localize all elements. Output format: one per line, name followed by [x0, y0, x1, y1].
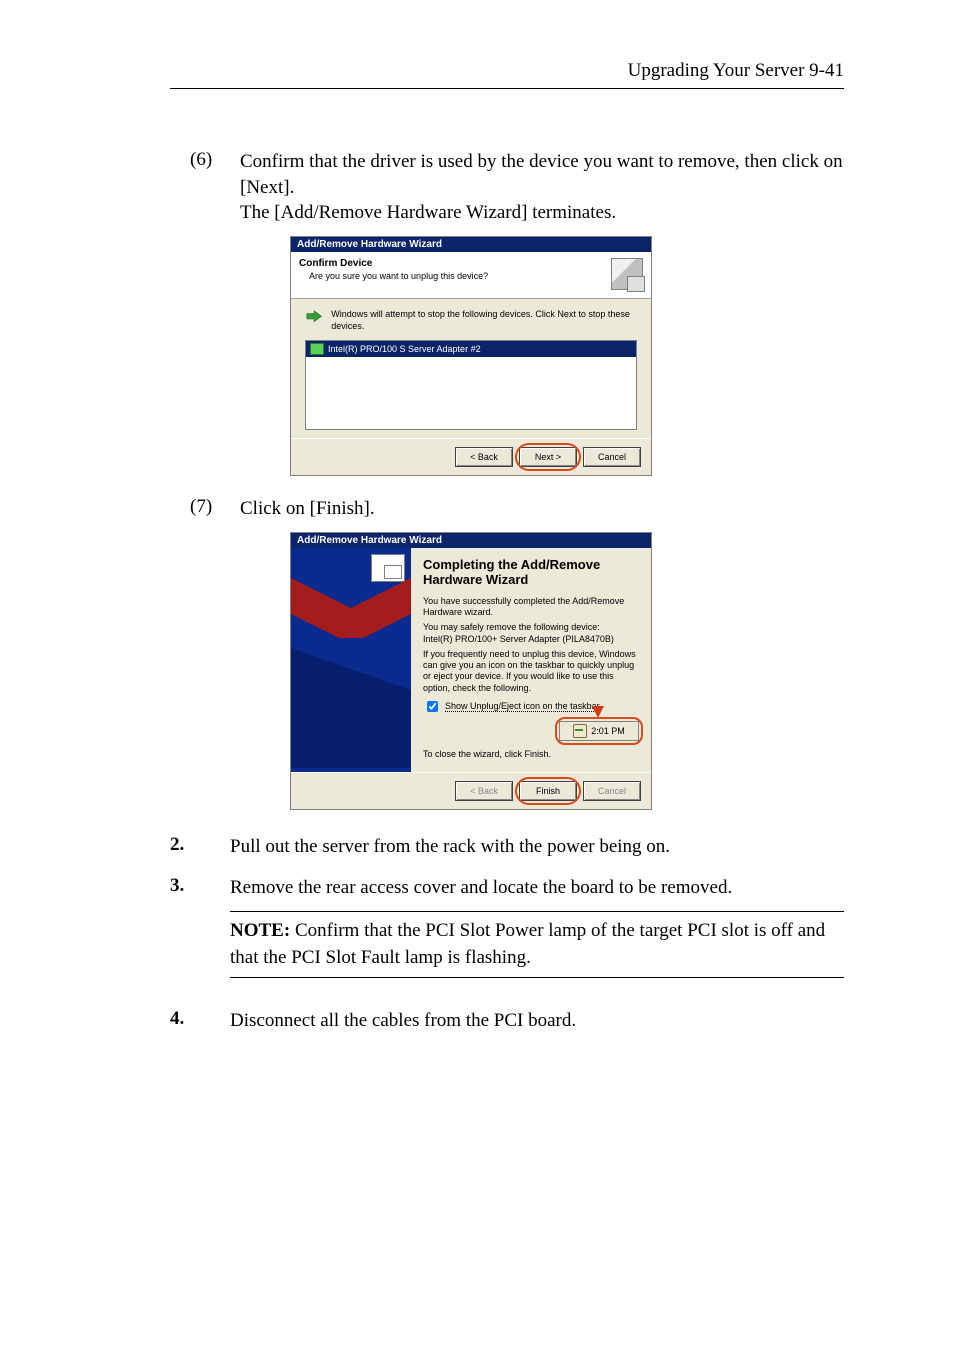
wizard1-titlebar: Add/Remove Hardware Wizard [291, 237, 651, 252]
step-2-number: 2. [170, 834, 230, 861]
step-2: 2. Pull out the server from the rack wit… [170, 834, 844, 861]
next-button[interactable]: Next > [519, 447, 577, 467]
wizard2-p2b: Intel(R) PRO/100+ Server Adapter (PILA84… [423, 634, 614, 644]
wizard1-device-item-label: Intel(R) PRO/100 S Server Adapter #2 [328, 344, 481, 354]
note-label: NOTE: [230, 920, 290, 941]
show-tray-icon-label: Show Unplug/Eject icon on the taskbar [445, 701, 600, 712]
system-tray-preview: 2:01 PM [559, 721, 639, 741]
wizard2-heading: Completing the Add/Remove Hardware Wizar… [423, 558, 639, 588]
wizard2-side-banner [291, 548, 411, 772]
back-button: < Back [455, 781, 513, 801]
figure-wizard-confirm-device: Add/Remove Hardware Wizard Confirm Devic… [290, 236, 844, 476]
step-4: 4. Disconnect all the cables from the PC… [170, 1008, 844, 1035]
tray-eject-icon [573, 724, 587, 738]
wizard1-device-item-selected[interactable]: Intel(R) PRO/100 S Server Adapter #2 [306, 341, 636, 357]
cancel-button: Cancel [583, 781, 641, 801]
callout-arrow-icon [592, 706, 604, 718]
nic-card-icon [310, 343, 324, 355]
show-tray-icon-checkbox[interactable] [427, 701, 438, 712]
wizard1-device-list[interactable]: Intel(R) PRO/100 S Server Adapter #2 [305, 340, 637, 430]
figure-wizard-completing: Add/Remove Hardware Wizard Completing th… [290, 532, 844, 810]
substep-6: (6) Confirm that the driver is used by t… [190, 149, 844, 226]
wizard2-p3: If you frequently need to unplug this de… [423, 649, 639, 694]
substep-6-text: Confirm that the driver is used by the d… [240, 151, 843, 198]
step-3-text: Remove the rear access cover and locate … [230, 875, 844, 902]
wizard1-subtitle-desc: Are you sure you want to unplug this dev… [299, 271, 611, 281]
step-4-number: 4. [170, 1008, 230, 1035]
step-2-text: Pull out the server from the rack with t… [230, 834, 844, 861]
wizard-dialog-2: Add/Remove Hardware Wizard Completing th… [290, 532, 652, 810]
substep-7-text: Click on [Finish]. [240, 498, 375, 519]
running-header-text: Upgrading Your Server 9-41 [628, 60, 844, 81]
wizard2-p4: To close the wizard, click Finish. [423, 749, 639, 760]
finish-button[interactable]: Finish [519, 781, 577, 801]
substep-6-text2: The [Add/Remove Hardware Wizard] termina… [240, 202, 616, 223]
tray-clock: 2:01 PM [591, 726, 625, 736]
wizard-dialog-1: Add/Remove Hardware Wizard Confirm Devic… [290, 236, 652, 476]
substep-6-number: (6) [190, 149, 240, 226]
wizard1-body-message: Windows will attempt to stop the followi… [323, 309, 637, 332]
hardware-banner-icon [371, 554, 405, 582]
wizard2-p2a: You may safely remove the following devi… [423, 622, 600, 632]
cancel-button[interactable]: Cancel [583, 447, 641, 467]
step-3: 3. Remove the rear access cover and loca… [170, 875, 844, 902]
back-button[interactable]: < Back [455, 447, 513, 467]
wizard2-titlebar: Add/Remove Hardware Wizard [291, 533, 651, 548]
wizard1-subtitle: Confirm Device [299, 258, 611, 269]
step-4-text: Disconnect all the cables from the PCI b… [230, 1008, 844, 1035]
note-box: NOTE: Confirm that the PCI Slot Power la… [230, 911, 844, 978]
wizard2-p1: You have successfully completed the Add/… [423, 596, 639, 619]
substep-7: (7) Click on [Finish]. [190, 496, 844, 522]
running-header: Upgrading Your Server 9-41 [170, 60, 844, 89]
unplug-arrow-icon [305, 309, 323, 329]
step-3-number: 3. [170, 875, 230, 902]
substep-7-number: (7) [190, 496, 240, 522]
note-text: Confirm that the PCI Slot Power lamp of … [230, 920, 825, 968]
hardware-icon [611, 258, 643, 290]
